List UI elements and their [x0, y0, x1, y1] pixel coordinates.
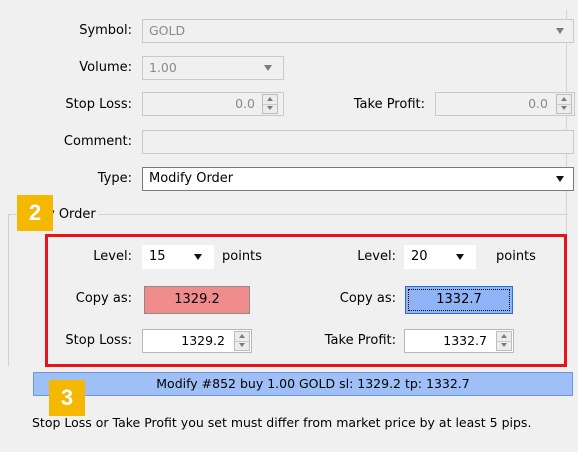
type-label: Type:: [97, 171, 132, 186]
copy-take-profit-button[interactable]: 1332.7: [405, 286, 513, 314]
spin-down-icon[interactable]: [263, 104, 277, 113]
take-profit-value: 0.0: [528, 96, 548, 111]
chevron-down-icon: [264, 65, 272, 71]
left-copy-label: Copy as:: [75, 291, 132, 306]
copy-stop-loss-button[interactable]: 1329.2: [144, 286, 250, 314]
volume-value: 1.00: [149, 60, 177, 75]
right-level-label: Level:: [357, 249, 396, 264]
chevron-down-icon: [194, 254, 202, 260]
take-profit-level-spinner[interactable]: [496, 331, 512, 351]
spin-down-icon[interactable]: [497, 341, 511, 350]
symbol-value: GOLD: [149, 23, 186, 38]
comment-label: Comment:: [63, 134, 132, 149]
take-profit-label: Take Profit:: [353, 97, 425, 112]
left-level-select[interactable]: 15: [142, 245, 214, 269]
spin-down-icon[interactable]: [235, 341, 249, 350]
modify-order-button-label: Modify #852 buy 1.00 GOLD sl: 1329.2 tp:…: [156, 376, 470, 391]
right-copy-label: Copy as:: [339, 291, 396, 306]
type-select[interactable]: Modify Order: [142, 167, 574, 191]
type-value: Modify Order: [149, 171, 234, 186]
step-badge-2: 2: [17, 195, 53, 231]
stop-loss-label: Stop Loss:: [65, 97, 132, 112]
left-level-label: Level:: [93, 249, 132, 264]
chevron-down-icon: [556, 28, 564, 34]
right-level-value: 20: [411, 249, 428, 264]
stop-loss-value: 0.0: [235, 96, 255, 111]
volume-select[interactable]: 1.00: [142, 56, 284, 80]
symbol-label: Symbol:: [79, 23, 132, 38]
take-profit-input[interactable]: 0.0: [435, 92, 575, 116]
right-level-select[interactable]: 20: [404, 245, 476, 269]
left-level-value: 15: [149, 249, 166, 264]
chevron-down-icon: [556, 176, 564, 182]
stop-loss-spinner[interactable]: [262, 94, 278, 114]
stop-loss-level-value: 1329.2: [181, 333, 225, 348]
symbol-select[interactable]: GOLD: [142, 19, 574, 43]
footer-note: Stop Loss or Take Profit you set must di…: [32, 415, 532, 430]
step-badge-3: 3: [49, 380, 85, 416]
take-profit-level-value: 1332.7: [443, 333, 487, 348]
left-stop-loss-label: Stop Loss:: [65, 333, 132, 348]
right-level-unit: points: [496, 249, 536, 264]
left-level-unit: points: [222, 249, 262, 264]
volume-label: Volume:: [79, 60, 132, 75]
take-profit-spinner[interactable]: [556, 94, 572, 114]
modify-order-button[interactable]: Modify #852 buy 1.00 GOLD sl: 1329.2 tp:…: [33, 372, 573, 396]
spin-down-icon[interactable]: [557, 104, 571, 113]
right-take-profit-label: Take Profit:: [324, 333, 396, 348]
stop-loss-level-spinner[interactable]: [234, 331, 250, 351]
chevron-down-icon: [456, 254, 464, 260]
comment-input[interactable]: [142, 130, 574, 154]
